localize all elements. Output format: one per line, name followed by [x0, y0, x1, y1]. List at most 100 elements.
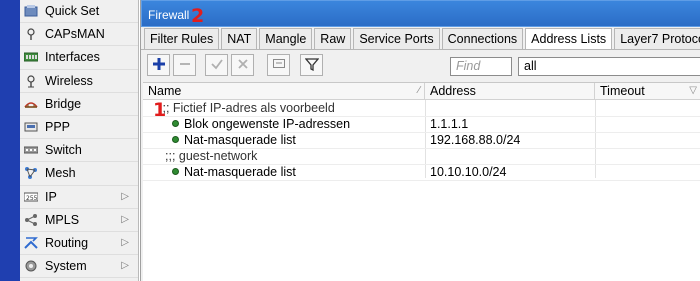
column-header-address[interactable]: Address — [425, 83, 595, 100]
cell-name: Nat-masquerade list — [184, 133, 296, 147]
sidebar-item-label: Routing — [45, 235, 89, 250]
tab-layer7-protocols[interactable]: Layer7 Protocols — [614, 28, 700, 49]
comment-icon — [272, 57, 286, 74]
tab-bar: Filter Rules NAT Mangle Raw Service Port… — [144, 28, 700, 50]
table-row-comment[interactable]: ;;; guest-network — [143, 148, 700, 164]
gear-icon — [24, 259, 38, 273]
bridge-icon — [24, 97, 38, 111]
sidebar-item-system[interactable]: System ▷ — [20, 255, 138, 279]
filter-button[interactable] — [300, 54, 323, 76]
sidebar-item-switch[interactable]: Switch — [20, 139, 138, 163]
window-title: Firewall — [148, 8, 190, 22]
sidebar-item-label: Bridge — [45, 96, 82, 111]
sidebar-item-label: PPP — [45, 120, 71, 135]
sidebar-item-capsman[interactable]: CAPsMAN — [20, 23, 138, 47]
sidebar-item-label: IP — [45, 189, 57, 204]
cell-address: 10.10.10.0/24 — [430, 165, 507, 179]
funnel-icon — [304, 57, 319, 74]
capsman-icon — [24, 27, 38, 41]
tab-raw[interactable]: Raw — [314, 28, 352, 49]
find-input[interactable]: Find — [450, 57, 512, 76]
enabled-status-icon — [172, 136, 179, 143]
sidebar-item-routing[interactable]: Routing ▷ — [20, 232, 138, 256]
sidebar-item-label: CAPsMAN — [45, 27, 105, 42]
sidebar-item-wireless[interactable]: Wireless — [20, 70, 138, 93]
table-row-comment[interactable]: ;;; Fictief IP-adres als voorbeeld — [143, 100, 700, 116]
plus-icon — [152, 57, 166, 74]
interfaces-icon — [23, 50, 39, 64]
tab-divider — [141, 49, 700, 50]
sidebar-item-label: Quick Set — [45, 4, 100, 19]
sidebar-item-ip[interactable]: 255 IP ▷ — [20, 186, 138, 209]
column-header-timeout[interactable]: Timeout ▽ — [595, 83, 700, 100]
column-header-label: Name — [148, 84, 182, 98]
submenu-arrow-icon: ▷ — [121, 213, 129, 225]
enabled-status-icon — [172, 168, 179, 175]
routing-icon — [24, 236, 38, 250]
add-button[interactable] — [147, 54, 170, 76]
table-row[interactable]: Nat-masquerade list 192.168.88.0/24 — [143, 132, 700, 148]
tab-address-lists[interactable]: Address Lists — [525, 28, 613, 50]
check-icon — [210, 57, 224, 74]
submenu-arrow-icon: ▷ — [121, 260, 129, 272]
cell-name: Nat-masquerade list — [184, 165, 296, 179]
sidebar-item-bridge[interactable]: Bridge — [20, 93, 138, 116]
left-vertical-strip — [0, 0, 20, 281]
tab-mangle[interactable]: Mangle — [259, 28, 313, 49]
submenu-arrow-icon: ▷ — [121, 236, 129, 248]
comment-button[interactable] — [267, 54, 290, 76]
enabled-status-icon — [172, 120, 179, 127]
annotation-marker-2: 2 — [191, 5, 205, 27]
submenu-arrow-icon: ▷ — [121, 190, 129, 202]
sidebar-menu: Quick Set CAPsMAN Interfaces Wireless Br… — [20, 0, 139, 281]
tab-connections[interactable]: Connections — [441, 28, 524, 49]
annotation-marker-1: 1 — [153, 99, 167, 121]
remove-button[interactable] — [173, 54, 196, 76]
filter-select[interactable]: all — [518, 57, 700, 76]
quick-set-icon — [24, 4, 38, 18]
sidebar-item-interfaces[interactable]: Interfaces — [20, 46, 138, 70]
column-menu-icon: ▽ — [689, 85, 697, 96]
cell-address: 192.168.88.0/24 — [430, 133, 521, 147]
sidebar-item-ppp[interactable]: PPP — [20, 116, 138, 140]
mpls-icon — [24, 213, 38, 227]
mesh-icon — [24, 166, 38, 180]
comment-text: ;;; Fictief IP-adres als voorbeeld — [159, 101, 335, 115]
x-icon — [236, 57, 250, 74]
table-row[interactable]: Blok ongewenste IP-adressen 1.1.1.1 — [143, 116, 700, 132]
sidebar-item-label: Switch — [45, 143, 82, 158]
row-separator — [143, 180, 700, 181]
wireless-icon — [24, 74, 38, 88]
ppp-icon — [24, 120, 38, 134]
svg-text:255: 255 — [26, 195, 38, 202]
tab-nat[interactable]: NAT — [221, 28, 258, 49]
cell-name: Blok ongewenste IP-adressen — [184, 117, 351, 131]
address-list-table: Name ∕ Address Timeout ▽ ;;; Fictief IP-… — [143, 82, 700, 281]
sort-icon: ∕ — [418, 85, 420, 96]
window-titlebar[interactable]: Firewall — [141, 0, 700, 27]
cell-address: 1.1.1.1 — [430, 117, 469, 131]
firewall-window: Firewall Filter Rules NAT Mangle Raw Ser… — [140, 0, 700, 281]
tab-service-ports[interactable]: Service Ports — [353, 28, 440, 49]
table-header: Name ∕ Address Timeout ▽ — [143, 83, 700, 100]
column-header-name[interactable]: Name ∕ — [143, 83, 425, 100]
sidebar-item-label: Mesh — [45, 166, 76, 181]
disable-button[interactable] — [231, 54, 254, 76]
table-row[interactable]: Nat-masquerade list 10.10.10.0/24 — [143, 164, 700, 180]
column-header-label: Timeout — [600, 84, 645, 98]
minus-icon — [178, 57, 192, 74]
comment-text: ;;; guest-network — [165, 149, 258, 163]
sidebar-item-label: Wireless — [45, 73, 93, 88]
toolbar: Find all — [145, 54, 700, 78]
sidebar-item-quick-set[interactable]: Quick Set — [20, 0, 138, 24]
sidebar-item-label: Interfaces — [45, 50, 100, 65]
tab-filter-rules[interactable]: Filter Rules — [144, 28, 220, 49]
sidebar-item-mesh[interactable]: Mesh — [20, 162, 138, 186]
column-header-label: Address — [430, 84, 476, 98]
sidebar-item-mpls[interactable]: MPLS ▷ — [20, 209, 138, 232]
ip-icon: 255 — [23, 190, 39, 204]
enable-button[interactable] — [205, 54, 228, 76]
sidebar-item-label: System — [45, 259, 87, 274]
switch-icon — [23, 143, 39, 157]
sidebar-item-label: MPLS — [45, 212, 80, 227]
